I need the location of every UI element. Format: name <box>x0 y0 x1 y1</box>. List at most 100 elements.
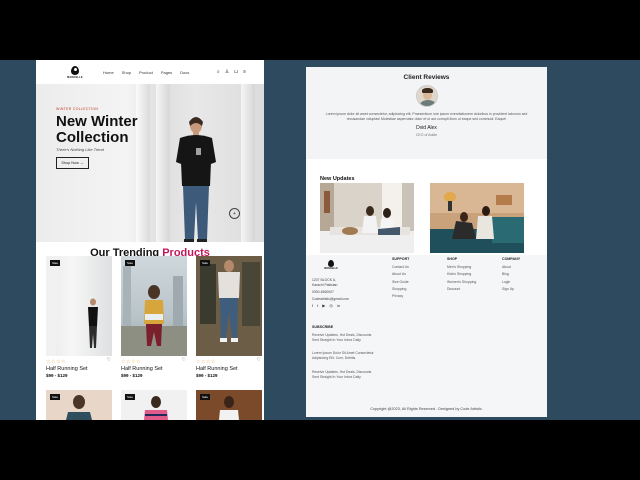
product-name[interactable]: Half Running Set <box>196 366 262 372</box>
hero-model-image <box>176 117 216 242</box>
product-card[interactable]: Sale <box>46 390 112 420</box>
heart-icon[interactable]: ♡ <box>107 357 111 363</box>
footer-logo[interactable]: MONCELLE <box>324 260 338 270</box>
footer-link[interactable]: About Us <box>392 272 409 276</box>
footer-column-company: COMPANY About Blog Login Sign Up <box>502 257 520 294</box>
rating-stars: ☆☆☆☆ <box>196 359 216 365</box>
product-card[interactable]: Sale <box>196 390 262 420</box>
update-image[interactable] <box>430 183 524 253</box>
video-frame: MONCELLE Home Shop Product Pages Docs ⌕ … <box>0 60 640 420</box>
product-model-photo <box>121 266 187 356</box>
product-card[interactable]: Sale ☆☆☆☆ ♡ Half Running Set $99 - $129 <box>46 256 112 378</box>
avatar <box>415 85 438 107</box>
footer-column-heading: SHOP <box>447 257 458 261</box>
homepage-lower-sections-preview: Client Reviews Lorem ipsum dolor sit ame… <box>306 67 547 417</box>
nav-icons: ⌕ ♙ ⊔ ≡ <box>217 69 246 75</box>
sale-badge: Sale <box>200 260 211 266</box>
product-model-photo <box>46 256 98 356</box>
linkedin-icon[interactable]: in <box>337 303 340 308</box>
footer-column-shop: SHOP Men's Shopping Kids's Shopping Wome… <box>447 257 476 294</box>
update-photo-bedroom <box>320 183 414 253</box>
social-links: f t ▶ ◎ in <box>312 303 340 308</box>
menu-icon[interactable]: ≡ <box>243 69 246 75</box>
nav-link-product[interactable]: Product <box>139 70 153 75</box>
product-card[interactable]: Sale ☆☆☆☆ ♡ Half Running Set $99 - $129 <box>121 256 187 378</box>
youtube-icon[interactable]: ▶ <box>322 303 325 308</box>
nav-link-shop[interactable]: Shop <box>122 70 131 75</box>
footer-link[interactable]: About <box>502 265 520 269</box>
footer-brand-name: MONCELLE <box>324 267 338 270</box>
footer-link[interactable]: Size Guide <box>392 280 409 284</box>
footer-link[interactable]: Kids's Shopping <box>447 272 476 276</box>
product-image[interactable]: Sale <box>121 256 187 356</box>
footer-link[interactable]: Login <box>502 280 520 284</box>
hero-kicker: WINTER COLLECTION <box>56 107 99 111</box>
footer-contact: 1207 BLOCK A, Karachi Pakistan 0300-4560… <box>312 278 349 302</box>
site-footer: MONCELLE 1207 BLOCK A, Karachi Pakistan … <box>306 255 547 417</box>
user-icon[interactable]: ♙ <box>225 69 229 75</box>
facebook-icon[interactable]: f <box>312 303 313 308</box>
subscribe-text: Receive Updates, Hot Deals, Discounts Se… <box>312 370 372 379</box>
sale-badge: Sale <box>50 394 61 400</box>
email-address[interactable]: Codeartistic@gmail.com <box>312 297 349 302</box>
address-line: Karachi Pakistan <box>312 283 338 287</box>
product-name[interactable]: Half Running Set <box>46 366 112 372</box>
map-pin-icon <box>71 65 79 75</box>
footer-link[interactable]: Women's Shopping <box>447 280 476 284</box>
product-price: $99 - $129 <box>46 373 68 378</box>
brand-logo[interactable]: MONCELLE <box>64 65 86 79</box>
sale-badge: Sale <box>125 394 136 400</box>
store-homepage-preview: MONCELLE Home Shop Product Pages Docs ⌕ … <box>36 60 264 420</box>
product-model-photo <box>196 256 262 356</box>
sale-badge: Sale <box>50 260 61 266</box>
reviews-title: Client Reviews <box>403 74 450 81</box>
nav-links: Home Shop Product Pages Docs <box>103 70 189 75</box>
subscribe-text: Lorem Ipsum Dolor Sit Amet Consectetur A… <box>312 351 374 360</box>
search-icon[interactable]: ⌕ <box>217 69 220 75</box>
footer-link[interactable]: Shopping <box>392 287 409 291</box>
copyright-text: Copyright @2023, All Rights Reserved . D… <box>370 407 483 411</box>
subscribe-text: Receive Updates, Hot Deals, Discounts Se… <box>312 333 372 342</box>
curtain-fold <box>241 84 255 242</box>
product-image[interactable]: Sale <box>196 256 262 356</box>
top-navbar: MONCELLE Home Shop Product Pages Docs ⌕ … <box>36 60 264 84</box>
rating-stars: ☆☆☆☆ <box>46 359 66 365</box>
product-card[interactable]: Sale ☆☆☆☆ ♡ Half Running Set $99 - $129 <box>196 256 262 378</box>
rating-stars: ☆☆☆☆ <box>121 359 141 365</box>
footer-link[interactable]: Blog <box>502 272 520 276</box>
sale-badge: Sale <box>125 260 136 266</box>
plus-button[interactable]: + <box>229 208 240 219</box>
footer-link[interactable]: Contact Us <box>392 265 409 269</box>
shop-now-button[interactable]: Shop Now → <box>56 157 89 169</box>
product-card[interactable]: Sale <box>121 390 187 420</box>
footer-link[interactable]: Privacy <box>392 294 409 298</box>
update-image[interactable] <box>320 183 414 253</box>
review-quote: Lorem ipsum dolor sit amet consectetur, … <box>325 112 528 121</box>
footer-link[interactable]: Discount <box>447 287 476 291</box>
nav-link-docs[interactable]: Docs <box>180 70 189 75</box>
footer-column-heading: COMPANY <box>502 257 521 261</box>
heart-icon[interactable]: ♡ <box>257 357 261 363</box>
brand-name: MONCELLE <box>67 75 83 79</box>
subscribe-heading: SUBSCRIBE <box>312 325 334 329</box>
nav-link-home[interactable]: Home <box>103 70 114 75</box>
hero-title: New Winter Collection <box>56 113 138 146</box>
curtain-fold <box>156 84 170 242</box>
cart-icon[interactable]: ⊔ <box>234 69 238 75</box>
twitter-icon[interactable]: t <box>317 303 318 308</box>
client-reviews-section: Client Reviews Lorem ipsum dolor sit ame… <box>306 67 547 159</box>
instagram-icon[interactable]: ◎ <box>329 303 333 308</box>
map-pin-icon <box>328 260 334 267</box>
update-photo-couple <box>430 183 524 253</box>
footer-link[interactable]: Men's Shopping <box>447 265 476 269</box>
product-image[interactable]: Sale <box>46 256 112 356</box>
phone-number: 0300-4560007 <box>312 290 334 294</box>
new-updates-section: New Updates <box>306 159 547 255</box>
sale-badge: Sale <box>200 394 211 400</box>
nav-link-pages[interactable]: Pages <box>161 70 172 75</box>
heart-icon[interactable]: ♡ <box>182 357 186 363</box>
footer-link[interactable]: Sign Up <box>502 287 520 291</box>
product-name[interactable]: Half Running Set <box>121 366 187 372</box>
hero-banner: WINTER COLLECTION New Winter Collection … <box>36 84 264 242</box>
product-price: $99 - $129 <box>196 373 218 378</box>
